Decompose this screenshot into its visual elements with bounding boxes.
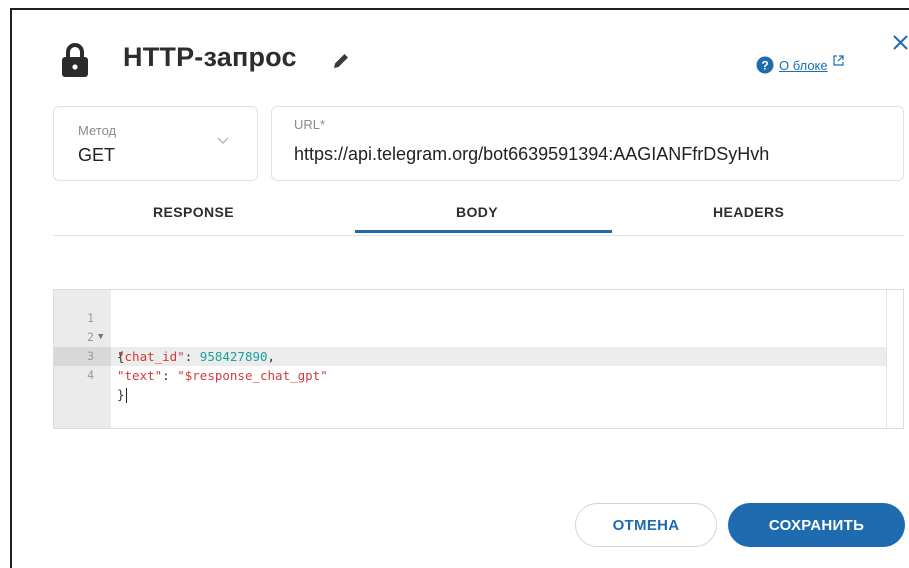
pencil-icon[interactable] bbox=[331, 51, 351, 71]
about-link-text[interactable]: О блоке bbox=[779, 58, 828, 73]
svg-text:?: ? bbox=[761, 59, 768, 73]
method-select[interactable]: Метод GET bbox=[53, 106, 258, 181]
code-text: } bbox=[117, 385, 127, 404]
url-input[interactable]: https://api.telegram.org/bot6639591394:A… bbox=[294, 144, 769, 165]
text-cursor bbox=[125, 388, 127, 403]
body-code-editor[interactable]: 1 ▼ { 2 "chat_id": 958427890, 3 "text": … bbox=[53, 289, 904, 429]
external-link-icon bbox=[833, 54, 844, 66]
http-request-dialog bbox=[10, 8, 909, 568]
chevron-down-icon bbox=[217, 137, 229, 145]
save-button[interactable]: СОХРАНИТЬ bbox=[728, 503, 905, 547]
method-value: GET bbox=[78, 145, 116, 165]
about-block-link[interactable]: ? О блоке bbox=[756, 54, 844, 74]
method-label: Метод bbox=[78, 123, 117, 138]
active-tab-indicator bbox=[355, 230, 612, 233]
json-key: "text" bbox=[117, 368, 163, 383]
close-icon[interactable] bbox=[892, 34, 909, 51]
code-line: 3 "text": "$response_chat_gpt" bbox=[54, 328, 903, 383]
code-text: "text": "$response_chat_gpt" bbox=[117, 366, 328, 385]
help-icon: ? bbox=[756, 56, 774, 74]
code-line: 1 ▼ { bbox=[54, 290, 903, 364]
tab-headers[interactable]: HEADERS bbox=[713, 204, 784, 220]
json-string: "$response_chat_gpt" bbox=[177, 368, 328, 383]
tab-body[interactable]: BODY bbox=[456, 204, 498, 220]
cancel-button[interactable]: ОТМЕНА bbox=[575, 503, 717, 547]
dialog-title: HTTP-запрос bbox=[123, 42, 297, 72]
tab-bar: RESPONSE BODY HEADERS bbox=[53, 200, 904, 236]
url-label: URL* bbox=[294, 117, 326, 132]
lock-icon bbox=[62, 43, 88, 77]
json-separator: : bbox=[162, 368, 178, 383]
url-field[interactable]: URL* https://api.telegram.org/bot6639591… bbox=[271, 106, 904, 181]
code-line: 2 "chat_id": 958427890, bbox=[54, 309, 903, 364]
tab-response[interactable]: RESPONSE bbox=[153, 204, 234, 220]
line-number: 4 bbox=[87, 368, 94, 382]
closing-brace: } bbox=[117, 387, 125, 402]
code-line: 4 } bbox=[54, 347, 903, 403]
